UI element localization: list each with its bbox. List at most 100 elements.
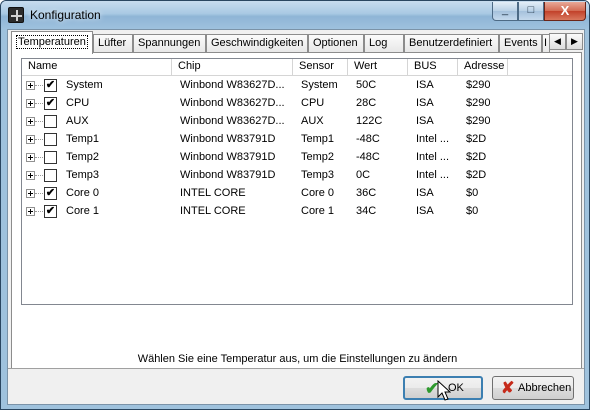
tree-line: [35, 139, 43, 140]
tree-line: [35, 175, 43, 176]
sensor-checkbox[interactable]: [44, 115, 57, 128]
column-header-bus[interactable]: BUS: [408, 59, 458, 75]
table-row[interactable]: Temp2 Winbond W83791D Temp2 -48C Intel .…: [22, 148, 572, 166]
temperature-list[interactable]: Name Chip Sensor Wert BUS Adresse ✔ Syst…: [21, 58, 573, 305]
tab-strip: Temperaturen Lüfter Spannungen Geschwind…: [11, 31, 583, 54]
mouse-cursor-icon: [437, 380, 451, 401]
cell-adresse: $0: [466, 187, 479, 199]
column-header-sensor[interactable]: Sensor: [293, 59, 348, 75]
tab-luefter[interactable]: Lüfter: [93, 34, 133, 53]
cell-name: Temp3: [66, 169, 100, 181]
cell-bus: ISA: [416, 205, 434, 217]
tree-line: [35, 85, 43, 86]
expand-icon[interactable]: [26, 135, 35, 144]
dialog-client-area: Temperaturen Lüfter Spannungen Geschwind…: [7, 29, 585, 405]
sensor-checkbox[interactable]: [44, 151, 57, 164]
cell-sensor: Temp2: [301, 151, 335, 163]
cell-chip: Winbond W83627D...: [180, 115, 285, 127]
sensor-checkbox[interactable]: [44, 169, 57, 182]
cell-name: System: [66, 79, 103, 91]
expand-icon[interactable]: [26, 189, 35, 198]
cell-bus: ISA: [416, 187, 434, 199]
sensor-checkbox[interactable]: ✔: [44, 187, 57, 200]
expand-icon[interactable]: [26, 153, 35, 162]
cell-name: Temp1: [66, 133, 100, 145]
app-icon[interactable]: [8, 7, 24, 23]
expand-icon[interactable]: [26, 171, 35, 180]
tab-log[interactable]: Log: [364, 34, 404, 53]
cell-bus: Intel ...: [416, 133, 450, 145]
title-bar[interactable]: Konfiguration _ □ X: [1, 1, 589, 29]
hint-text: Wählen Sie eine Temperatur aus, um die E…: [137, 353, 458, 365]
cancel-button-label: Abbrechen: [518, 382, 572, 394]
column-header-name[interactable]: Name: [22, 59, 172, 75]
column-header-wert[interactable]: Wert: [348, 59, 408, 75]
list-header: Name Chip Sensor Wert BUS Adresse: [22, 59, 572, 76]
tab-events[interactable]: Events: [499, 34, 542, 53]
cell-wert: -48C: [356, 151, 380, 163]
tab-spannungen[interactable]: Spannungen: [133, 34, 206, 53]
window-title: Konfiguration: [30, 8, 101, 22]
cell-wert: 122C: [356, 115, 383, 127]
tree-line: [35, 211, 43, 212]
table-row[interactable]: ✔ System Winbond W83627D... System 50C I…: [22, 76, 572, 94]
cell-wert: -48C: [356, 133, 380, 145]
cell-adresse: $290: [466, 79, 491, 91]
expand-icon[interactable]: [26, 117, 35, 126]
cell-name: AUX: [66, 115, 89, 127]
cell-sensor: Temp3: [301, 169, 335, 181]
table-row[interactable]: ✔ Core 1 INTEL CORE Core 1 34C ISA $0: [22, 202, 572, 220]
cell-adresse: $0: [466, 205, 479, 217]
cell-bus: ISA: [416, 79, 434, 91]
table-row[interactable]: AUX Winbond W83627D... AUX 122C ISA $290: [22, 112, 572, 130]
sensor-checkbox[interactable]: ✔: [44, 97, 57, 110]
sensor-checkbox[interactable]: ✔: [44, 205, 57, 218]
expand-icon[interactable]: [26, 81, 35, 90]
cell-chip: INTEL CORE: [180, 187, 246, 199]
cell-wert: 28C: [356, 97, 377, 109]
cell-name: Core 1: [66, 205, 100, 217]
cell-sensor: CPU: [301, 97, 325, 109]
tree-line: [35, 193, 43, 194]
sensor-checkbox[interactable]: ✔: [44, 79, 57, 92]
cell-wert: 34C: [356, 205, 377, 217]
cell-adresse: $290: [466, 97, 491, 109]
table-row[interactable]: Temp1 Winbond W83791D Temp1 -48C Intel .…: [22, 130, 572, 148]
tree-line: [35, 121, 43, 122]
table-row[interactable]: Temp3 Winbond W83791D Temp3 0C Intel ...…: [22, 166, 572, 184]
cell-bus: Intel ...: [416, 151, 450, 163]
maximize-button[interactable]: □: [518, 2, 544, 21]
cell-wert: 0C: [356, 169, 371, 181]
expand-icon[interactable]: [26, 99, 35, 108]
button-bar: ✔ OK ✘ Abbrechen: [8, 368, 584, 404]
cell-adresse: $290: [466, 115, 491, 127]
cell-chip: Winbond W83791D: [180, 169, 276, 181]
expand-icon[interactable]: [26, 207, 35, 216]
cell-bus: ISA: [416, 97, 434, 109]
tab-benutzerdefiniert[interactable]: Benutzerdefiniert: [404, 34, 499, 53]
tab-optionen[interactable]: Optionen: [308, 34, 364, 53]
tab-scroll-left-icon[interactable]: ◀: [549, 33, 566, 50]
tab-geschwindigkeiten[interactable]: Geschwindigkeiten: [206, 34, 308, 53]
cell-wert: 50C: [356, 79, 377, 91]
cell-bus: ISA: [416, 115, 434, 127]
cell-sensor: System: [301, 79, 338, 91]
tab-temperaturen[interactable]: Temperaturen: [11, 31, 93, 54]
sensor-checkbox[interactable]: [44, 133, 57, 146]
table-row[interactable]: ✔ CPU Winbond W83627D... CPU 28C ISA $29…: [22, 94, 572, 112]
tab-panel-temperaturen: Name Chip Sensor Wert BUS Adresse ✔ Syst…: [11, 52, 582, 378]
cell-chip: Winbond W83627D...: [180, 79, 285, 91]
minimize-button[interactable]: _: [492, 2, 518, 21]
cell-bus: Intel ...: [416, 169, 450, 181]
cancel-button[interactable]: ✘ Abbrechen: [492, 376, 574, 400]
cell-wert: 36C: [356, 187, 377, 199]
table-row[interactable]: ✔ Core 0 INTEL CORE Core 0 36C ISA $0: [22, 184, 572, 202]
column-header-chip[interactable]: Chip: [172, 59, 293, 75]
cell-name: Core 0: [66, 187, 100, 199]
close-button[interactable]: X: [544, 2, 586, 21]
cell-chip: INTEL CORE: [180, 205, 246, 217]
cell-adresse: $2D: [466, 151, 487, 163]
tab-scroll-right-icon[interactable]: ▶: [566, 33, 583, 50]
cell-chip: Winbond W83627D...: [180, 97, 285, 109]
column-header-adresse[interactable]: Adresse: [458, 59, 508, 75]
